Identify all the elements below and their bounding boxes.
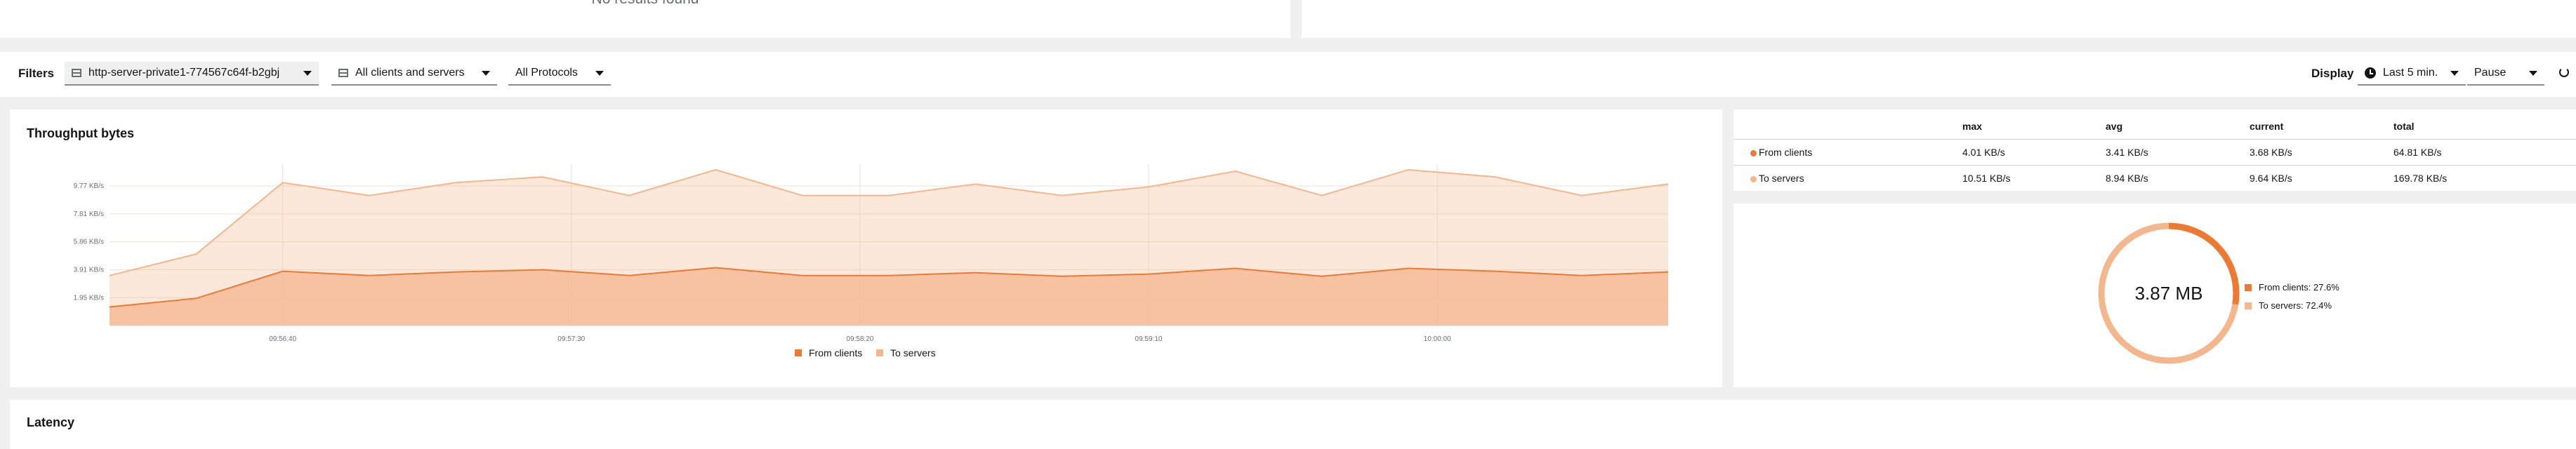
x-tick-label: 09:57:30 — [557, 335, 585, 343]
top-left-panel: No results found — [0, 0, 1290, 38]
filter-bar: Filters http-server-private1-774567c64f-… — [0, 52, 2576, 97]
filters-label: Filters — [18, 67, 55, 80]
table-icon — [72, 69, 81, 77]
y-tick-label: 5.86 KB/s — [74, 239, 104, 246]
table-icon — [338, 69, 348, 77]
latency-title: Latency — [27, 415, 75, 429]
y-tick-label: 3.91 KB/s — [74, 266, 104, 274]
workload-select-value: http-server-private1-774567c64f-b2gbj — [88, 67, 280, 79]
legend-to-servers: To servers — [890, 347, 936, 358]
row-label: From clients — [1759, 147, 1813, 158]
donut-center-label: 3.87 MB — [2135, 283, 2203, 304]
legend-from-clients: From clients — [809, 347, 862, 358]
y-tick-label: 1.95 KB/s — [74, 294, 104, 302]
refresh-value: Pause — [2474, 67, 2506, 79]
to-servers-dot-icon — [1750, 176, 1757, 182]
donut-panel: 3.87 MB From clients: 27.6% To servers: … — [1733, 203, 2576, 387]
x-tick-label: 09:56:40 — [269, 335, 296, 343]
chevron-down-icon — [595, 70, 604, 76]
time-range-value: Last 5 min. — [2383, 67, 2438, 79]
stats-row-from-clients: From clients 4.01 KB/s 3.41 KB/s 3.68 KB… — [1733, 139, 2576, 164]
legend-label: To servers: 72.4% — [2259, 300, 2332, 311]
scope-select-value: All clients and servers — [355, 67, 465, 79]
top-right-panel — [1302, 0, 2576, 38]
display-label: Display — [2311, 67, 2354, 80]
no-results-text: No results found — [0, 0, 1290, 8]
row-max: 4.01 KB/s — [1962, 147, 2005, 158]
from-clients-area — [110, 267, 1668, 326]
donut-chart: 3.87 MB — [2098, 222, 2240, 364]
refresh-icon[interactable] — [2559, 67, 2569, 77]
from-clients-dot-icon — [1750, 150, 1757, 156]
stats-table: max avg current total From clients 4.01 … — [1733, 109, 2576, 191]
x-tick-label: 09:58:20 — [846, 335, 873, 343]
row-total: 64.81 KB/s — [2393, 147, 2442, 158]
row-label: To servers — [1759, 173, 1804, 184]
x-tick-label: 10:00:00 — [1424, 335, 1451, 343]
to-servers-legend-icon — [2245, 302, 2252, 309]
y-tick-label: 9.77 KB/s — [74, 182, 104, 190]
time-range-select[interactable]: Last 5 min. — [2358, 62, 2466, 86]
to-servers-legend-icon — [876, 349, 883, 356]
donut-legend-from-clients: From clients: 27.6% — [2245, 282, 2339, 293]
workload-select[interactable]: http-server-private1-774567c64f-b2gbj — [65, 62, 319, 86]
header-avg: avg — [2106, 121, 2123, 132]
row-max: 10.51 KB/s — [1962, 173, 2011, 184]
y-tick-label: 7.81 KB/s — [74, 210, 104, 218]
chevron-down-icon — [2529, 70, 2537, 76]
protocol-select[interactable]: All Protocols — [508, 62, 611, 86]
throughput-panel: Throughput bytes 1.95 KB/s 3.91 KB/s 5.86 … — [10, 109, 1722, 387]
clock-icon — [2365, 67, 2376, 79]
from-clients-legend-icon — [795, 349, 802, 356]
header-max: max — [1962, 121, 1983, 132]
chevron-down-icon — [482, 70, 490, 76]
legend-label: From clients: 27.6% — [2259, 282, 2339, 293]
protocol-select-value: All Protocols — [515, 67, 578, 79]
stats-row-to-servers: To servers 10.51 KB/s 8.94 KB/s 9.64 KB/… — [1733, 165, 2576, 190]
from-clients-legend-icon — [2245, 283, 2252, 291]
row-avg: 8.94 KB/s — [2106, 173, 2148, 184]
donut-legend-to-servers: To servers: 72.4% — [2245, 300, 2332, 311]
header-current: current — [2250, 121, 2284, 132]
header-total: total — [2393, 121, 2415, 132]
scope-select[interactable]: All clients and servers — [331, 62, 497, 86]
row-current: 3.68 KB/s — [2250, 147, 2292, 158]
row-current: 9.64 KB/s — [2250, 173, 2292, 184]
refresh-select[interactable]: Pause — [2467, 62, 2544, 86]
throughput-chart: 1.95 KB/s 3.91 KB/s 5.86 KB/s 7.81 KB/s 9.77… — [74, 164, 1669, 358]
row-avg: 3.41 KB/s — [2106, 147, 2148, 158]
x-tick-label: 09:59:10 — [1135, 335, 1163, 343]
chevron-down-icon — [2450, 70, 2459, 76]
latency-panel: Latency — [10, 400, 2576, 449]
chevron-down-icon — [303, 70, 312, 76]
row-total: 169.78 KB/s — [2393, 173, 2448, 184]
